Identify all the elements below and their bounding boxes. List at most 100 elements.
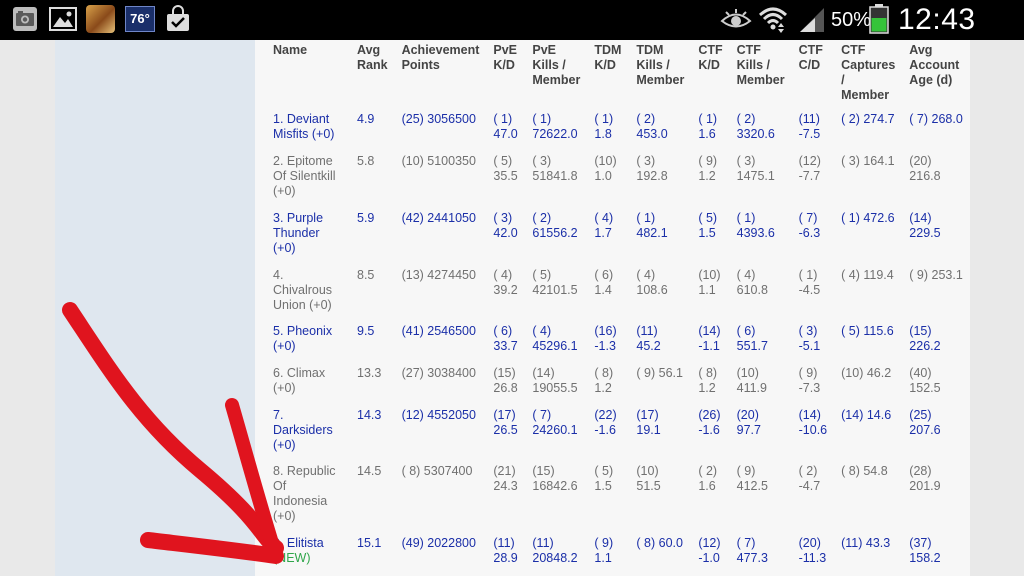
table-cell: (14) 229.5 [909,211,941,240]
signal-icon [800,8,824,32]
clan-name-link[interactable]: 3. Purple Thunder (+0) [263,205,347,262]
gallery-icon [49,7,77,31]
column-header[interactable]: CTF Kills / Member [727,40,789,106]
column-header[interactable]: Avg Account Age (d) [899,40,969,106]
table-cell: 4.9 [357,112,375,126]
table-cell: ( 1) 1.6 [698,112,718,141]
table-cell: 5.8 [357,154,375,168]
table-cell: 15.1 [357,536,382,550]
table-cell: (10) 51.5 [636,464,661,493]
table-cell: ( 6) 1.4 [594,268,614,297]
table-cell: (26) -1.6 [698,408,721,437]
battery-icon [869,4,889,34]
table-cell: ( 1) 1.8 [594,112,614,141]
table-cell: ( 8) 60.0 [636,536,683,550]
table-cell: ( 8) 1.2 [698,366,718,395]
column-header[interactable]: Achievement Points [392,40,484,106]
table-cell: ( 2) 61556.2 [532,211,578,240]
table-cell: (14) 14.6 [841,408,892,422]
table-row: 6. Climax (+0) 13.3 (27) 3038400 (15) 26… [263,360,969,402]
table-cell: (16) -1.3 [594,324,617,353]
table-cell: ( 8) 5307400 [401,464,473,478]
clan-name-link[interactable]: 7. Darksiders (+0) [263,402,347,458]
table-cell: 13.3 [357,366,382,380]
column-header[interactable]: TDM Kills / Member [626,40,688,106]
battery-percent: 50% [831,9,872,31]
table-cell: ( 7) 268.0 [909,112,963,126]
clan-name-link[interactable]: 4. Chivalrous Union (+0) [263,262,347,318]
table-row: 4. Chivalrous Union (+0) 8.5 (13) 427445… [263,262,969,318]
table-cell: (22) -1.6 [594,408,617,437]
clan-name-text[interactable]: 9. Elitista [273,536,324,550]
table-cell: ( 3) 164.1 [841,154,895,168]
table-cell: (15) 226.2 [909,324,941,353]
table-cell: ( 5) 1.5 [698,211,718,240]
column-header[interactable]: PvE K/D [483,40,522,106]
table-row: 8. Republic Of Indonesia (+0) 14.5 ( 8) … [263,458,969,530]
table-row: 9. Elitista (NEW) 15.1 (49) 2022800 (11) … [263,530,969,572]
column-header[interactable]: CTF Captures / Member [831,40,899,106]
table-cell: ( 9) 253.1 [909,268,963,282]
table-row: 2. Epitome Of Silentkill (+0) 5.8 (10) 5… [263,148,969,205]
clan-name-link[interactable]: 2. Epitome Of Silentkill (+0) [263,148,347,205]
table-cell: (21) 24.3 [493,464,518,493]
clan-name-link[interactable]: 5. Pheonix (+0) [263,318,347,360]
table-cell: ( 5) 42101.5 [532,268,578,297]
table-cell: ( 4) 108.6 [636,268,668,297]
table-cell: ( 6) 551.7 [736,324,768,353]
table-row: 7. Darksiders (+0) 14.3 (12) 4552050 (17… [263,402,969,458]
table-cell: ( 3) 51841.8 [532,154,578,183]
table-cell: ( 8) 1.2 [594,366,614,395]
table-cell: ( 9) -7.3 [798,366,821,395]
clan-ranking-table: Name Avg Rank Achievement Points PvE K/D… [263,40,969,572]
table-cell: 14.3 [357,408,382,422]
clan-name-link[interactable]: 9. Elitista (NEW) [263,530,347,572]
table-cell: ( 2) 1.6 [698,464,718,493]
table-cell: (10) 46.2 [841,366,892,380]
table-cell: ( 7) 477.3 [736,536,768,565]
table-cell: (12) -7.7 [798,154,821,183]
table-cell: (20) 97.7 [736,408,761,437]
column-header[interactable]: Avg Rank [347,40,392,106]
table-cell: 8.5 [357,268,375,282]
table-cell: (41) 2546500 [401,324,476,338]
game-app-icon [86,5,115,33]
shopping-bag-icon [167,5,189,31]
table-cell: ( 9) 1.2 [698,154,718,183]
table-cell: ( 4) 610.8 [736,268,768,297]
table-cell: (10) 1.1 [698,268,721,297]
table-cell: ( 1) 4393.6 [736,211,775,240]
table-cell: (11) 20848.2 [532,536,578,565]
table-cell: ( 2) 3320.6 [736,112,775,141]
column-header[interactable]: PvE Kills / Member [522,40,584,106]
table-cell: (49) 2022800 [401,536,476,550]
table-cell: ( 4) 1.7 [594,211,614,240]
table-cell: (10) 1.0 [594,154,617,183]
column-header[interactable]: CTF C/D [789,40,832,106]
table-cell: ( 1) -4.5 [798,268,821,297]
clan-name-link[interactable]: 1. Deviant Misfits (+0) [263,106,347,148]
table-cell: (11) 45.2 [636,324,661,353]
table-cell: ( 9) 412.5 [736,464,768,493]
table-cell: ( 5) 35.5 [493,154,518,183]
table-cell: (13) 4274450 [401,268,476,282]
column-header[interactable]: Name [263,40,347,106]
clan-name-link[interactable]: 6. Climax (+0) [263,360,347,402]
table-cell: ( 3) -5.1 [798,324,821,353]
table-cell: (42) 2441050 [401,211,476,225]
table-cell: (14) -10.6 [798,408,828,437]
table-cell: ( 3) 42.0 [493,211,518,240]
column-header[interactable]: TDM K/D [584,40,626,106]
table-cell: (15) 16842.6 [532,464,578,493]
table-cell: (17) 19.1 [636,408,661,437]
table-header-row: Name Avg Rank Achievement Points PvE K/D… [263,40,969,106]
clan-name-link[interactable]: 8. Republic Of Indonesia (+0) [263,458,347,530]
table-cell: ( 7) -6.3 [798,211,821,240]
table-row: 1. Deviant Misfits (+0) 4.9 (25) 3056500… [263,106,969,148]
table-cell: ( 4) 119.4 [841,268,894,282]
new-badge: (NEW) [273,551,311,565]
weather-icon: 76° [125,6,155,32]
column-header[interactable]: CTF K/D [688,40,726,106]
table-row: 3. Purple Thunder (+0) 5.9 (42) 2441050 … [263,205,969,262]
wifi-icon [758,7,788,33]
